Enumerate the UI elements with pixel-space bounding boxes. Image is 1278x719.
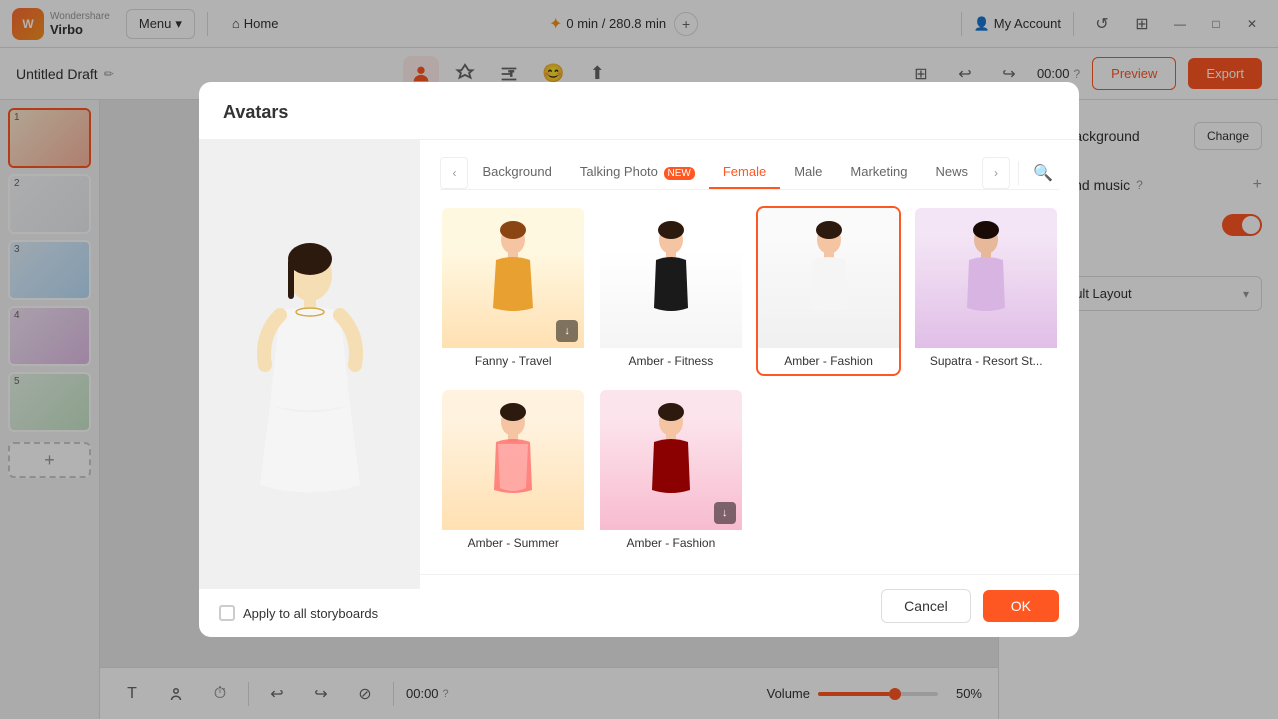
apply-to-all-label: Apply to all storyboards [243,606,378,621]
avatar-figure [478,218,548,338]
modal-overlay: Avatars [0,0,1278,719]
tab-divider [1018,161,1019,185]
avatar-figure [794,218,864,338]
avatar-card[interactable]: ↓ Amber - Fashion [598,388,744,558]
avatar-card[interactable]: ↓ Fanny - Travel [440,206,586,376]
modal-footer: Cancel OK [420,574,1079,637]
avatar-thumbnail [442,390,584,530]
tab-news[interactable]: News [921,156,982,189]
download-icon: ↓ [714,502,736,524]
avatar-card[interactable]: Amber - Summer [440,388,586,558]
avatars-modal: Avatars [199,82,1079,637]
avatar-preview-image [230,225,390,505]
avatar-figure [478,400,548,520]
avatar-card[interactable]: Supatra - Resort St... [913,206,1059,376]
modal-content: ‹ Background Talking Photo NEW Female Ma… [420,140,1079,574]
avatar-name: Amber - Fashion [758,348,900,374]
tab-marketing[interactable]: Marketing [836,156,921,189]
modal-preview-panel: Apply to all storyboards [199,140,420,637]
cancel-button[interactable]: Cancel [881,589,971,623]
new-badge: NEW [664,167,695,180]
avatars-grid: ↓ Fanny - Travel [440,206,1059,558]
avatar-card[interactable]: Amber - Fitness [598,206,744,376]
avatar-figure [636,400,706,520]
search-button[interactable]: 🔍 [1027,157,1059,189]
avatar-name: Amber - Summer [442,530,584,556]
ok-button[interactable]: OK [983,590,1059,622]
tab-talking-photo[interactable]: Talking Photo NEW [566,156,709,189]
modal-title: Avatars [223,102,288,122]
apply-to-all-row: Apply to all storyboards [199,589,420,637]
avatar-tabs: ‹ Background Talking Photo NEW Female Ma… [440,156,1059,190]
tab-background[interactable]: Background [468,156,565,189]
tab-next-button[interactable]: › [982,157,1010,189]
tab-female[interactable]: Female [709,156,780,189]
avatar-thumbnail: ↓ [600,390,742,530]
modal-body: Apply to all storyboards ‹ Background Ta… [199,140,1079,637]
tab-male[interactable]: Male [780,156,836,189]
avatar-thumbnail: ↓ [442,208,584,348]
avatar-name: Supatra - Resort St... [915,348,1057,374]
modal-header: Avatars [199,82,1079,140]
avatar-figure [951,218,1021,338]
modal-content-panel: ‹ Background Talking Photo NEW Female Ma… [420,140,1079,637]
avatar-name: Fanny - Travel [442,348,584,374]
avatar-figure [636,218,706,338]
avatar-card-selected[interactable]: Amber - Fashion [756,206,902,376]
avatar-preview-area [199,140,420,589]
tab-prev-button[interactable]: ‹ [440,157,468,189]
avatar-name: Amber - Fitness [600,348,742,374]
avatar-thumbnail [600,208,742,348]
download-icon: ↓ [556,320,578,342]
avatar-thumbnail [915,208,1057,348]
avatar-name: Amber - Fashion [600,530,742,556]
apply-to-all-checkbox[interactable] [219,605,235,621]
avatar-thumbnail [758,208,900,348]
